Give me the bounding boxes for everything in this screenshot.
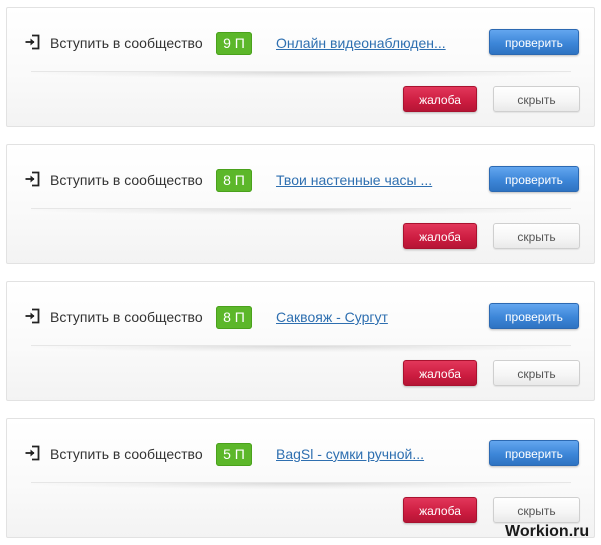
report-button[interactable]: жалоба <box>403 86 477 112</box>
points-badge: 9 П <box>216 32 252 55</box>
target-group-link[interactable]: BagSl - сумки ручной... <box>276 446 424 462</box>
page: Вступить в сообщество 9 П Онлайн видеона… <box>0 0 601 545</box>
task-header: Вступить в сообщество 8 П Твои настенные… <box>7 145 594 211</box>
target-group-link[interactable]: Онлайн видеонаблюден... <box>276 35 446 51</box>
points-badge: 8 П <box>216 169 252 192</box>
report-button[interactable]: жалоба <box>403 360 477 386</box>
check-button[interactable]: проверить <box>489 303 579 329</box>
site-watermark: Workion.ru <box>505 523 590 540</box>
enter-arrow-icon <box>25 445 40 461</box>
task-list: Вступить в сообщество 9 П Онлайн видеона… <box>0 0 601 545</box>
task-action-text: Вступить в сообщество <box>50 172 203 188</box>
task-card: Вступить в сообщество 8 П Саквояж - Сург… <box>6 281 595 401</box>
task-card: Вступить в сообщество 5 П BagSl - сумки … <box>6 418 595 538</box>
check-button[interactable]: проверить <box>489 440 579 466</box>
points-badge: 5 П <box>216 443 252 466</box>
enter-arrow-icon <box>25 34 40 50</box>
task-header: Вступить в сообщество 9 П Онлайн видеона… <box>7 8 594 74</box>
target-group-link[interactable]: Твои настенные часы ... <box>276 172 432 188</box>
report-button[interactable]: жалоба <box>403 497 477 523</box>
divider <box>31 208 571 215</box>
task-action-text: Вступить в сообщество <box>50 446 203 462</box>
hide-button[interactable]: скрыть <box>493 86 580 112</box>
check-button[interactable]: проверить <box>489 29 579 55</box>
hide-button[interactable]: скрыть <box>493 223 580 249</box>
task-action-text: Вступить в сообщество <box>50 35 203 51</box>
task-card: Вступить в сообщество 9 П Онлайн видеона… <box>6 7 595 127</box>
divider <box>31 345 571 352</box>
task-header: Вступить в сообщество 5 П BagSl - сумки … <box>7 419 594 485</box>
divider <box>31 71 571 78</box>
enter-arrow-icon <box>25 171 40 187</box>
hide-button[interactable]: скрыть <box>493 497 580 523</box>
task-action-text: Вступить в сообщество <box>50 309 203 325</box>
points-badge: 8 П <box>216 306 252 329</box>
target-group-link[interactable]: Саквояж - Сургут <box>276 309 388 325</box>
task-card: Вступить в сообщество 8 П Твои настенные… <box>6 144 595 264</box>
hide-button[interactable]: скрыть <box>493 360 580 386</box>
divider <box>31 482 571 489</box>
task-header: Вступить в сообщество 8 П Саквояж - Сург… <box>7 282 594 348</box>
enter-arrow-icon <box>25 308 40 324</box>
check-button[interactable]: проверить <box>489 166 579 192</box>
report-button[interactable]: жалоба <box>403 223 477 249</box>
